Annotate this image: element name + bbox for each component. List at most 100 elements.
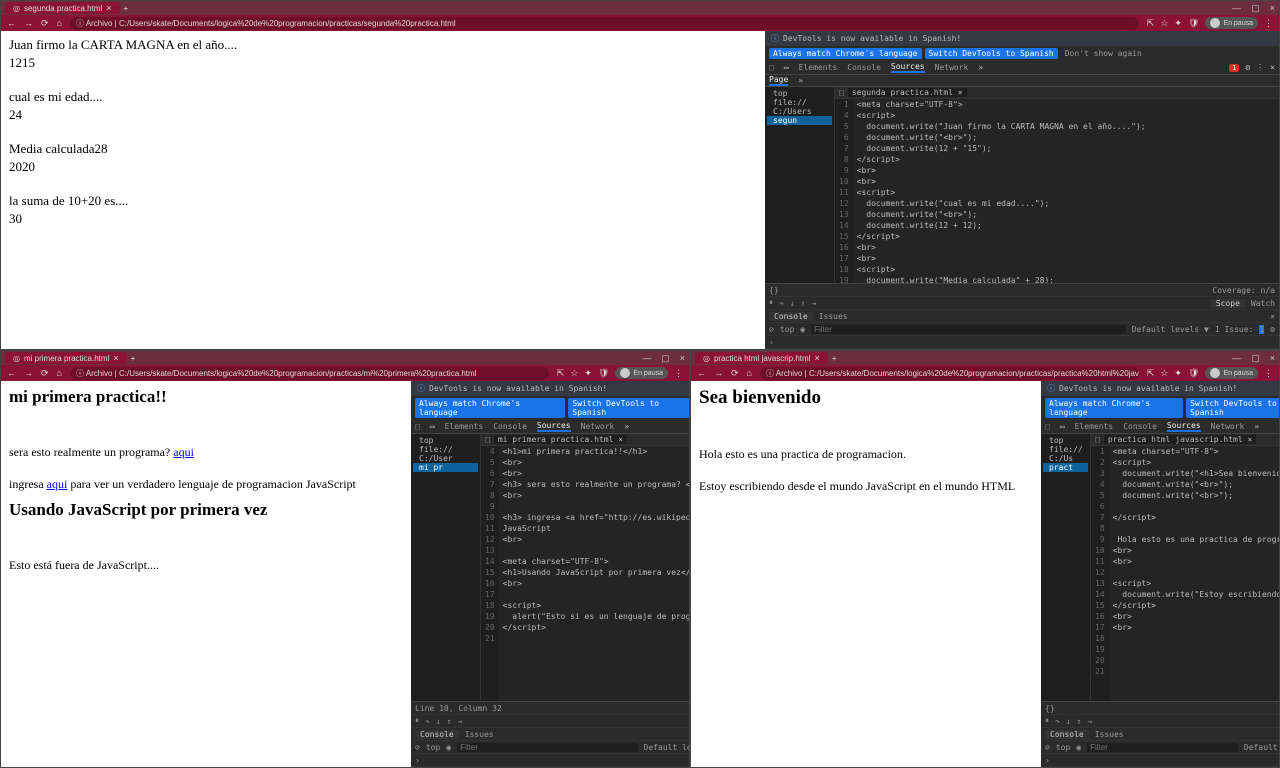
file-tree[interactable]: top file:// C:/Us pract	[1041, 434, 1091, 701]
close-icon[interactable]: ×	[113, 353, 118, 363]
minimize-icon[interactable]: —	[642, 353, 651, 364]
shield-icon[interactable]: 🛡	[598, 368, 609, 379]
step-icon[interactable]: →	[1087, 717, 1092, 726]
minimize-icon[interactable]: —	[1232, 3, 1241, 14]
switch-language-button[interactable]: Switch DevTools to Spanish	[568, 398, 689, 418]
file-tree[interactable]: top file:// C:/User mi pr	[411, 434, 481, 701]
levels-dropdown[interactable]: Default levels ▼	[1132, 325, 1209, 334]
pause-icon[interactable]: ⏸	[415, 716, 419, 726]
prompt-icon[interactable]: ›	[415, 756, 420, 765]
browser-tab[interactable]: ◎ practica html javascrip.html ×	[695, 352, 828, 364]
step-over-icon[interactable]: ↷	[1055, 717, 1060, 726]
editor-file-tab[interactable]: segunda practica.html ×	[848, 88, 967, 97]
home-icon[interactable]: ⌂	[57, 18, 62, 29]
tree-node[interactable]: file://	[767, 98, 832, 107]
more-tabs-icon[interactable]: »	[978, 63, 983, 72]
address-bar[interactable]: ⓘ Archivo | C:/Users/skate/Documents/log…	[760, 367, 1139, 380]
menu-icon[interactable]: ⋮	[1256, 63, 1264, 72]
close-icon[interactable]: ×	[106, 3, 111, 13]
eye-icon[interactable]: ◉	[800, 325, 805, 334]
match-language-button[interactable]: Always match Chrome's language	[415, 398, 565, 418]
back-icon[interactable]: ←	[697, 368, 706, 379]
share-icon[interactable]: ⇱	[1147, 368, 1155, 379]
menu-icon[interactable]: ⋮	[1264, 18, 1273, 29]
step-into-icon[interactable]: ↓	[1066, 717, 1071, 726]
device-icon[interactable]: ▭	[1060, 422, 1065, 431]
extensions-icon[interactable]: ✦	[584, 368, 592, 379]
extensions-icon[interactable]: ✦	[1174, 18, 1182, 29]
tree-node[interactable]: C:/Users	[767, 107, 832, 116]
page-subtab[interactable]: Page	[769, 75, 788, 86]
star-icon[interactable]: ☆	[1160, 18, 1168, 29]
home-icon[interactable]: ⌂	[747, 368, 752, 379]
clear-icon[interactable]: ⊘	[769, 325, 774, 334]
close-icon[interactable]: ×	[1270, 312, 1275, 321]
close-window-icon[interactable]: ×	[1270, 353, 1275, 364]
forward-icon[interactable]: →	[714, 368, 723, 379]
switch-language-button[interactable]: Switch DevTools to Spanish	[925, 48, 1058, 59]
nav-icon[interactable]: ⬚	[485, 435, 490, 444]
maximize-icon[interactable]: ▢	[1251, 3, 1260, 14]
nav-icon[interactable]: ⬚	[1095, 435, 1100, 444]
eye-icon[interactable]: ◉	[1076, 743, 1081, 752]
dismiss-button[interactable]: Don't show again	[1061, 48, 1146, 59]
file-tree[interactable]: top file:// C:/Users segun	[765, 87, 835, 283]
tree-node[interactable]: top	[767, 89, 832, 98]
tab-sources[interactable]: Sources	[891, 62, 925, 73]
issue-link[interactable]: 1 Issue:	[1215, 325, 1254, 334]
browser-tab[interactable]: ◎ segunda practica.html ×	[5, 2, 120, 14]
maximize-icon[interactable]: ▢	[661, 353, 670, 364]
step-out-icon[interactable]: ↑	[447, 717, 452, 726]
close-icon[interactable]: ×	[1270, 63, 1275, 72]
editor-file-tab[interactable]: mi primera practica.html ×	[494, 435, 627, 444]
pause-icon[interactable]: ⏸	[1045, 716, 1049, 726]
scope-tab[interactable]: Scope	[1211, 299, 1245, 308]
code-body[interactable]: <h1>mi primera practica!!</h1> <br> <br>…	[499, 446, 689, 701]
close-icon[interactable]: ×	[814, 353, 819, 363]
inspect-icon[interactable]: ⬚	[1045, 422, 1050, 431]
clear-icon[interactable]: ⊘	[415, 743, 420, 752]
new-tab-button[interactable]: +	[832, 354, 837, 363]
more-tabs-icon[interactable]: »	[1254, 422, 1259, 431]
address-bar[interactable]: ⓘ Archivo | C:/Users/skate/Documents/log…	[70, 367, 549, 380]
step-out-icon[interactable]: ↑	[1077, 717, 1082, 726]
minimize-icon[interactable]: —	[1232, 353, 1241, 364]
browser-tab[interactable]: ◎ mi primera practica.html ×	[5, 352, 127, 364]
more-tabs-icon[interactable]: »	[624, 422, 629, 431]
watch-tab[interactable]: Watch	[1251, 299, 1275, 308]
step-out-icon[interactable]: ↑	[801, 299, 806, 308]
tab-elements[interactable]: Elements	[799, 63, 838, 72]
home-icon[interactable]: ⌂	[57, 368, 62, 379]
close-window-icon[interactable]: ×	[1270, 3, 1275, 14]
prompt-icon[interactable]: ›	[769, 338, 774, 347]
inspect-icon[interactable]: ⬚	[769, 63, 774, 72]
reload-icon[interactable]: ⟳	[731, 368, 739, 379]
tab-elements[interactable]: Elements	[445, 422, 484, 431]
aqui-link[interactable]: aqui	[47, 477, 68, 491]
star-icon[interactable]: ☆	[570, 368, 578, 379]
new-tab-button[interactable]: +	[124, 4, 129, 13]
step-into-icon[interactable]: ↓	[436, 717, 441, 726]
extensions-icon[interactable]: ✦	[1174, 368, 1182, 379]
forward-icon[interactable]: →	[24, 368, 33, 379]
nav-icon[interactable]: ⬚	[839, 88, 844, 97]
forward-icon[interactable]: →	[24, 18, 33, 29]
maximize-icon[interactable]: ▢	[1251, 353, 1260, 364]
tab-network[interactable]: Network	[581, 422, 615, 431]
step-over-icon[interactable]: ↷	[779, 299, 784, 308]
menu-icon[interactable]: ⋮	[1264, 368, 1273, 379]
menu-icon[interactable]: ⋮	[674, 368, 683, 379]
reload-icon[interactable]: ⟳	[41, 18, 49, 29]
aqui-link[interactable]: aqui	[173, 445, 194, 459]
share-icon[interactable]: ⇱	[557, 368, 565, 379]
console-tab[interactable]: Console	[769, 312, 813, 321]
profile-chip[interactable]: En pausa	[1205, 367, 1258, 379]
inspect-icon[interactable]: ⬚	[415, 422, 420, 431]
code-body[interactable]: <meta charset="UTF-8"> <script> document…	[853, 99, 1279, 283]
filter-input[interactable]	[1087, 743, 1238, 752]
issues-tab[interactable]: Issues	[819, 312, 848, 321]
back-icon[interactable]: ←	[7, 368, 16, 379]
step-icon[interactable]: →	[811, 299, 816, 308]
back-icon[interactable]: ←	[7, 18, 16, 29]
shield-icon[interactable]: 🛡	[1188, 368, 1199, 379]
